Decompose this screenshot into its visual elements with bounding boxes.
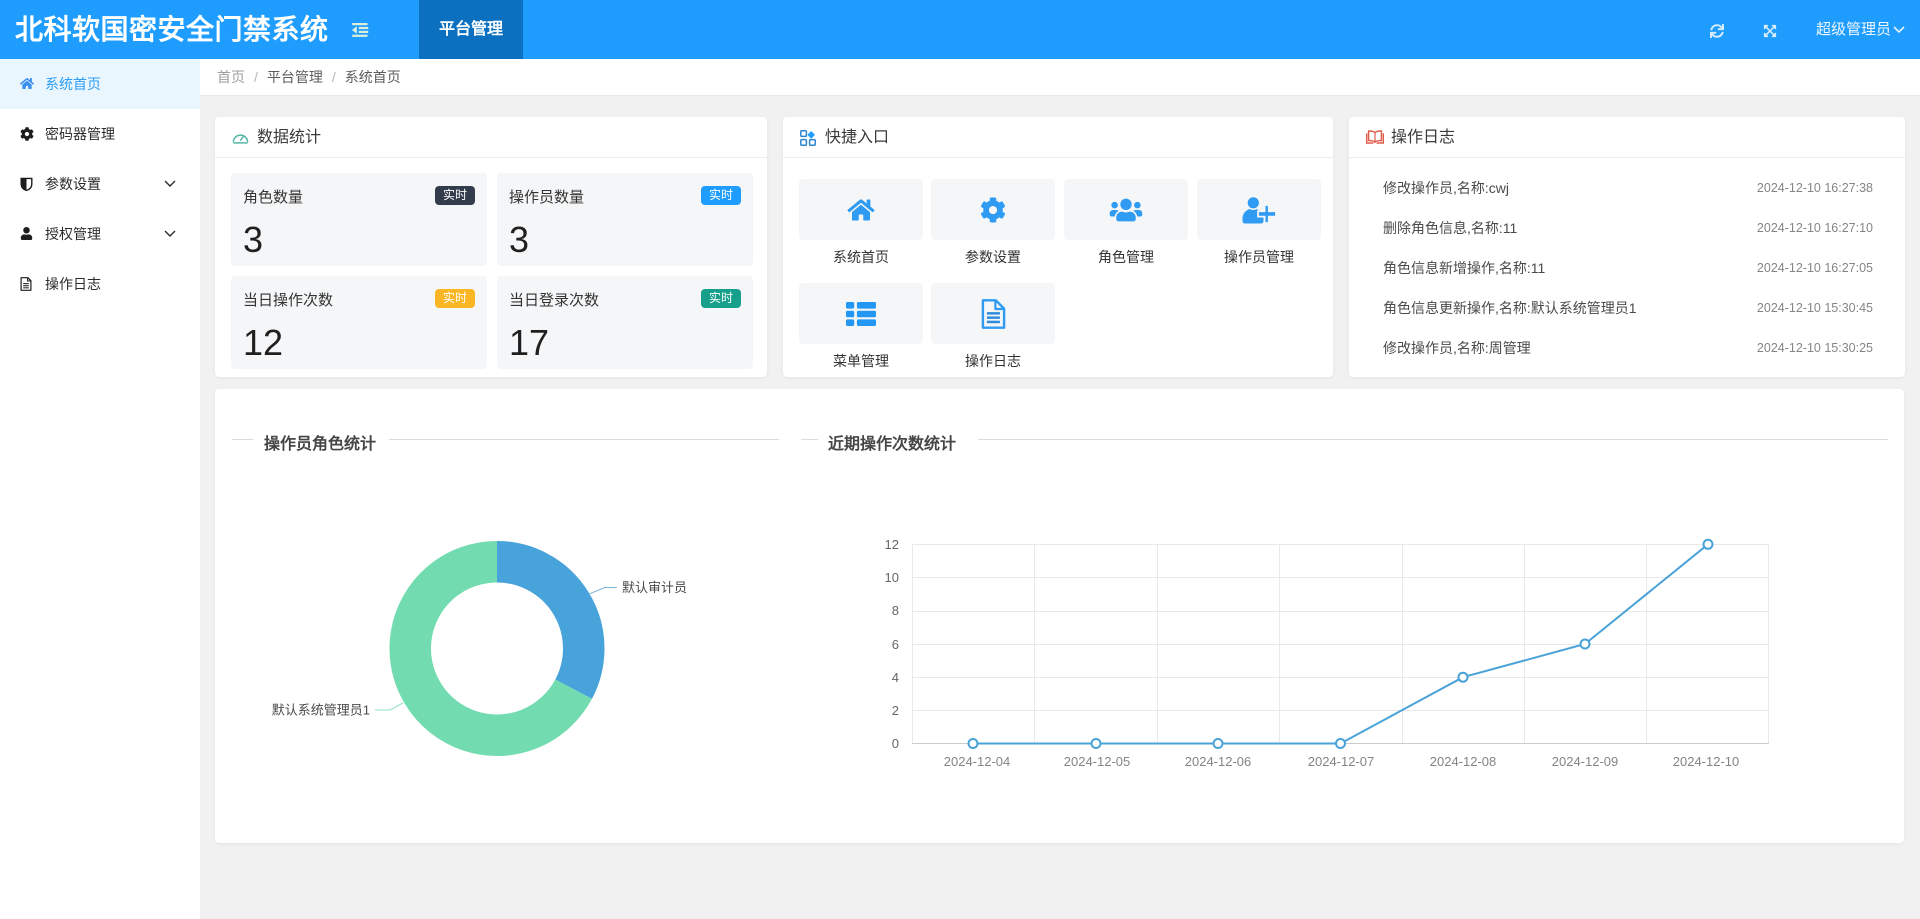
svg-text:2024-12-04: 2024-12-04 (944, 754, 1011, 769)
svg-text:2024-12-10: 2024-12-10 (1673, 754, 1740, 769)
svg-text:2024-12-08: 2024-12-08 (1430, 754, 1497, 769)
svg-text:2024-12-07: 2024-12-07 (1308, 754, 1375, 769)
svg-text:2024-12-09: 2024-12-09 (1552, 754, 1619, 769)
svg-text:2024-12-06: 2024-12-06 (1185, 754, 1252, 769)
svg-text:8: 8 (892, 603, 899, 618)
svg-text:12: 12 (885, 537, 899, 552)
svg-text:6: 6 (892, 637, 899, 652)
svg-text:2: 2 (892, 703, 899, 718)
svg-text:10: 10 (885, 570, 899, 585)
svg-text:2024-12-05: 2024-12-05 (1064, 754, 1131, 769)
svg-text:0: 0 (892, 736, 899, 751)
svg-text:4: 4 (892, 670, 899, 685)
